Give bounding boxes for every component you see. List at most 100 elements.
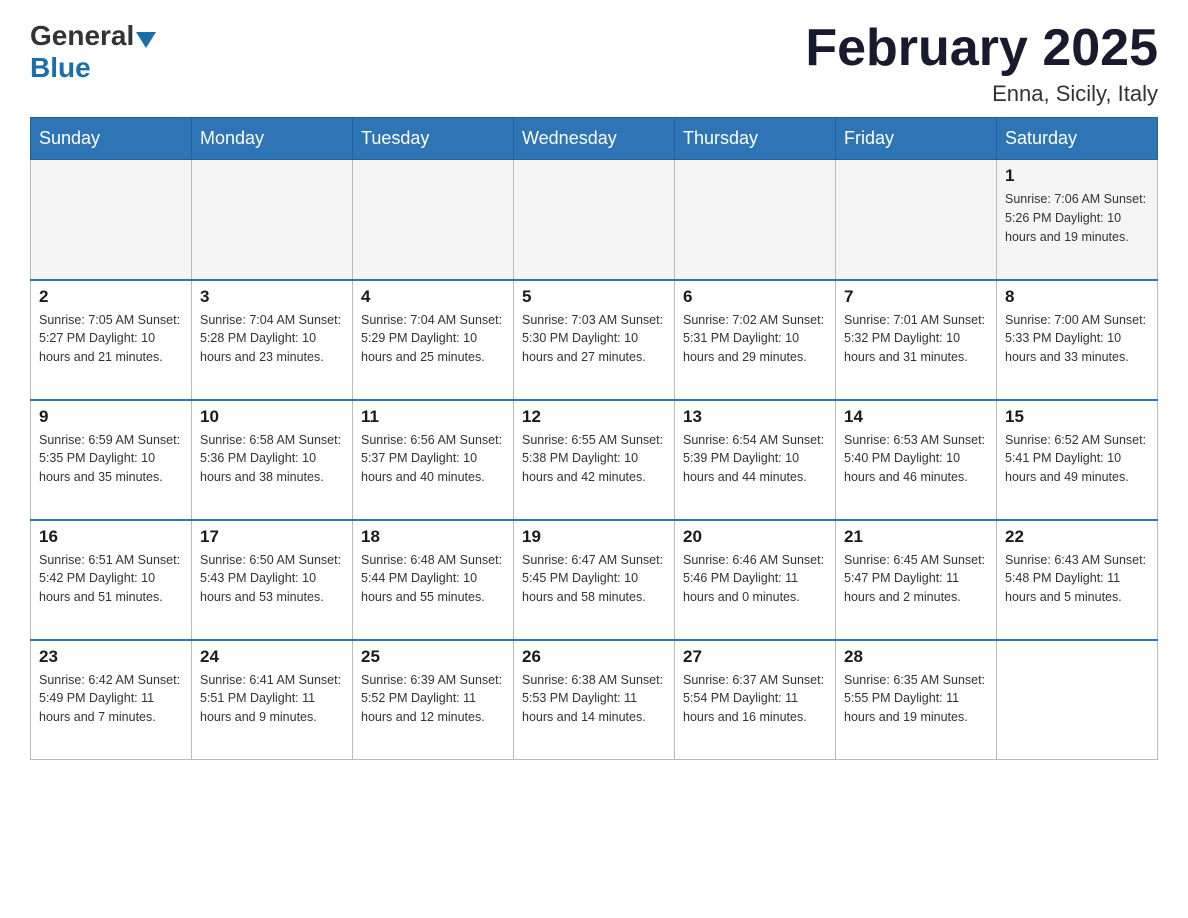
day-number: 18 (361, 527, 505, 547)
calendar-table: Sunday Monday Tuesday Wednesday Thursday… (30, 117, 1158, 760)
table-row: 22 Sunrise: 6:43 AM Sunset: 5:48 PM Dayli… (997, 520, 1158, 640)
table-row: 15 Sunrise: 6:52 AM Sunset: 5:41 PM Dayli… (997, 400, 1158, 520)
day-info: Sunrise: 6:35 AM Sunset: 5:55 PM Dayligh… (844, 671, 988, 727)
table-row: 27 Sunrise: 6:37 AM Sunset: 5:54 PM Dayli… (675, 640, 836, 760)
day-number: 5 (522, 287, 666, 307)
table-row (836, 160, 997, 280)
day-number: 10 (200, 407, 344, 427)
day-number: 28 (844, 647, 988, 667)
table-row: 17 Sunrise: 6:50 AM Sunset: 5:43 PM Dayli… (192, 520, 353, 640)
table-row: 24 Sunrise: 6:41 AM Sunset: 5:51 PM Dayli… (192, 640, 353, 760)
location-text: Enna, Sicily, Italy (805, 81, 1158, 107)
day-number: 21 (844, 527, 988, 547)
table-row (514, 160, 675, 280)
day-info: Sunrise: 6:46 AM Sunset: 5:46 PM Dayligh… (683, 551, 827, 607)
day-info: Sunrise: 6:43 AM Sunset: 5:48 PM Dayligh… (1005, 551, 1149, 607)
table-row: 13 Sunrise: 6:54 AM Sunset: 5:39 PM Dayli… (675, 400, 836, 520)
col-wednesday: Wednesday (514, 118, 675, 160)
table-row: 23Sunrise: 6:42 AM Sunset: 5:49 PM Dayli… (31, 640, 192, 760)
day-info: Sunrise: 6:37 AM Sunset: 5:54 PM Dayligh… (683, 671, 827, 727)
day-number: 1 (1005, 166, 1149, 186)
day-number: 20 (683, 527, 827, 547)
table-row (192, 160, 353, 280)
day-info: Sunrise: 6:38 AM Sunset: 5:53 PM Dayligh… (522, 671, 666, 727)
day-number: 14 (844, 407, 988, 427)
day-number: 16 (39, 527, 183, 547)
day-info: Sunrise: 6:52 AM Sunset: 5:41 PM Dayligh… (1005, 431, 1149, 487)
logo-arrow-icon (136, 32, 156, 48)
day-info: Sunrise: 6:51 AM Sunset: 5:42 PM Dayligh… (39, 551, 183, 607)
day-info: Sunrise: 6:53 AM Sunset: 5:40 PM Dayligh… (844, 431, 988, 487)
table-row: 28 Sunrise: 6:35 AM Sunset: 5:55 PM Dayli… (836, 640, 997, 760)
day-info: Sunrise: 6:47 AM Sunset: 5:45 PM Dayligh… (522, 551, 666, 607)
table-row (353, 160, 514, 280)
day-number: 15 (1005, 407, 1149, 427)
col-monday: Monday (192, 118, 353, 160)
page-header: General Blue February 2025 Enna, Sicily,… (30, 20, 1158, 107)
day-info: Sunrise: 7:06 AM Sunset: 5:26 PM Dayligh… (1005, 190, 1149, 246)
title-block: February 2025 Enna, Sicily, Italy (805, 20, 1158, 107)
day-info: Sunrise: 6:42 AM Sunset: 5:49 PM Dayligh… (39, 671, 183, 727)
day-info: Sunrise: 6:56 AM Sunset: 5:37 PM Dayligh… (361, 431, 505, 487)
logo-blue-text: Blue (30, 52, 91, 84)
day-number: 19 (522, 527, 666, 547)
calendar-week-row: 1 Sunrise: 7:06 AM Sunset: 5:26 PM Daylig… (31, 160, 1158, 280)
day-number: 27 (683, 647, 827, 667)
table-row: 11 Sunrise: 6:56 AM Sunset: 5:37 PM Dayli… (353, 400, 514, 520)
table-row: 12 Sunrise: 6:55 AM Sunset: 5:38 PM Dayli… (514, 400, 675, 520)
table-row (997, 640, 1158, 760)
day-info: Sunrise: 7:01 AM Sunset: 5:32 PM Dayligh… (844, 311, 988, 367)
table-row: 6 Sunrise: 7:02 AM Sunset: 5:31 PM Daylig… (675, 280, 836, 400)
table-row (675, 160, 836, 280)
table-row: 19 Sunrise: 6:47 AM Sunset: 5:45 PM Dayli… (514, 520, 675, 640)
table-row: 4Sunrise: 7:04 AM Sunset: 5:29 PM Daylig… (353, 280, 514, 400)
logo: General Blue (30, 20, 158, 84)
day-info: Sunrise: 7:04 AM Sunset: 5:29 PM Dayligh… (361, 311, 505, 367)
day-number: 12 (522, 407, 666, 427)
day-number: 6 (683, 287, 827, 307)
day-info: Sunrise: 7:02 AM Sunset: 5:31 PM Dayligh… (683, 311, 827, 367)
day-info: Sunrise: 7:00 AM Sunset: 5:33 PM Dayligh… (1005, 311, 1149, 367)
day-number: 2 (39, 287, 183, 307)
table-row: 7 Sunrise: 7:01 AM Sunset: 5:32 PM Daylig… (836, 280, 997, 400)
table-row: 20 Sunrise: 6:46 AM Sunset: 5:46 PM Dayli… (675, 520, 836, 640)
table-row: 21Sunrise: 6:45 AM Sunset: 5:47 PM Dayli… (836, 520, 997, 640)
table-row: 25 Sunrise: 6:39 AM Sunset: 5:52 PM Dayli… (353, 640, 514, 760)
day-info: Sunrise: 6:39 AM Sunset: 5:52 PM Dayligh… (361, 671, 505, 727)
day-info: Sunrise: 6:41 AM Sunset: 5:51 PM Dayligh… (200, 671, 344, 727)
day-number: 13 (683, 407, 827, 427)
col-friday: Friday (836, 118, 997, 160)
day-number: 25 (361, 647, 505, 667)
table-row: 3Sunrise: 7:04 AM Sunset: 5:28 PM Daylig… (192, 280, 353, 400)
calendar-header-row: Sunday Monday Tuesday Wednesday Thursday… (31, 118, 1158, 160)
day-number: 17 (200, 527, 344, 547)
table-row (31, 160, 192, 280)
day-info: Sunrise: 6:55 AM Sunset: 5:38 PM Dayligh… (522, 431, 666, 487)
day-info: Sunrise: 6:48 AM Sunset: 5:44 PM Dayligh… (361, 551, 505, 607)
day-number: 8 (1005, 287, 1149, 307)
day-number: 22 (1005, 527, 1149, 547)
col-tuesday: Tuesday (353, 118, 514, 160)
col-saturday: Saturday (997, 118, 1158, 160)
table-row: 10 Sunrise: 6:58 AM Sunset: 5:36 PM Dayli… (192, 400, 353, 520)
day-info: Sunrise: 7:03 AM Sunset: 5:30 PM Dayligh… (522, 311, 666, 367)
table-row: 14 Sunrise: 6:53 AM Sunset: 5:40 PM Dayli… (836, 400, 997, 520)
month-title: February 2025 (805, 20, 1158, 77)
day-number: 26 (522, 647, 666, 667)
day-info: Sunrise: 6:54 AM Sunset: 5:39 PM Dayligh… (683, 431, 827, 487)
col-sunday: Sunday (31, 118, 192, 160)
day-number: 9 (39, 407, 183, 427)
day-info: Sunrise: 6:58 AM Sunset: 5:36 PM Dayligh… (200, 431, 344, 487)
day-number: 11 (361, 407, 505, 427)
table-row: 1 Sunrise: 7:06 AM Sunset: 5:26 PM Daylig… (997, 160, 1158, 280)
col-thursday: Thursday (675, 118, 836, 160)
day-info: Sunrise: 6:50 AM Sunset: 5:43 PM Dayligh… (200, 551, 344, 607)
day-info: Sunrise: 6:59 AM Sunset: 5:35 PM Dayligh… (39, 431, 183, 487)
day-info: Sunrise: 7:04 AM Sunset: 5:28 PM Dayligh… (200, 311, 344, 367)
table-row: 8 Sunrise: 7:00 AM Sunset: 5:33 PM Daylig… (997, 280, 1158, 400)
table-row: 9 Sunrise: 6:59 AM Sunset: 5:35 PM Daylig… (31, 400, 192, 520)
logo-general-text: General (30, 20, 134, 52)
day-number: 24 (200, 647, 344, 667)
day-number: 7 (844, 287, 988, 307)
table-row: 26 Sunrise: 6:38 AM Sunset: 5:53 PM Dayli… (514, 640, 675, 760)
